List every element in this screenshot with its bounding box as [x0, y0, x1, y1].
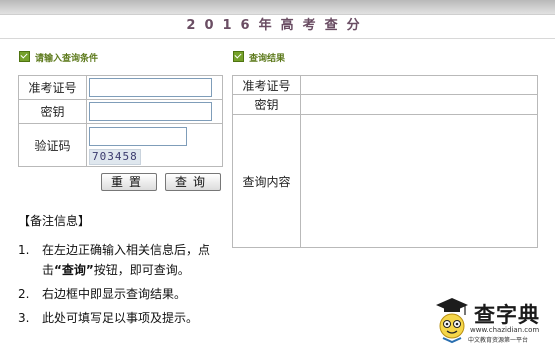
exam-number-input[interactable]	[89, 78, 212, 97]
list-item: 3. 此处可填写足以事项及提示。	[18, 311, 199, 325]
reset-button[interactable]: 重置	[101, 173, 157, 191]
top-bar	[0, 0, 555, 15]
query-button[interactable]: 查询	[165, 173, 221, 191]
title-divider	[0, 38, 555, 39]
list-item: 2. 右边框中即显示查询结果。	[18, 287, 187, 301]
checkbox-icon	[233, 51, 244, 62]
query-form-table: 准考证号 密钥 验证码 703458	[18, 75, 223, 167]
result-content-label: 查询内容	[232, 114, 301, 248]
query-results-heading: 查询结果	[233, 51, 285, 65]
notes-list: 1. 在左边正确输入相关信息后，点击“查询”按钮，即可查询。 2. 右边框中即显…	[18, 240, 228, 332]
key-input[interactable]	[89, 102, 212, 121]
logo-url: www.chazidian.com	[470, 326, 540, 334]
list-item: 1. 在左边正确输入相关信息后，点击“查询”按钮，即可查询。	[18, 243, 211, 277]
captcha-input[interactable]	[89, 127, 187, 146]
mascot-graduate-icon	[436, 298, 468, 344]
page-title: 2016年高考查分	[186, 18, 369, 33]
checkbox-icon	[19, 51, 30, 62]
result-exam-number-label: 准考证号	[232, 75, 301, 95]
notes-title: 【备注信息】	[18, 214, 91, 228]
results-table: 准考证号 密钥 查询内容	[232, 75, 538, 248]
logo-name: 查字典	[474, 303, 540, 327]
query-conditions-heading: 请输入查询条件	[19, 51, 98, 65]
result-exam-number-value	[300, 75, 538, 95]
logo-tagline: 中文教育资源第一平台	[468, 337, 529, 344]
captcha-image[interactable]: 703458	[89, 149, 141, 165]
chazidian-logo[interactable]: 查字典 www.chazidian.com 中文教育资源第一平台	[434, 296, 552, 344]
exam-number-label: 准考证号	[18, 75, 87, 100]
result-key-value	[300, 94, 538, 115]
result-content-value	[300, 114, 538, 248]
captcha-label: 验证码	[18, 123, 87, 167]
result-key-label: 密钥	[232, 94, 301, 115]
key-label: 密钥	[18, 99, 87, 124]
